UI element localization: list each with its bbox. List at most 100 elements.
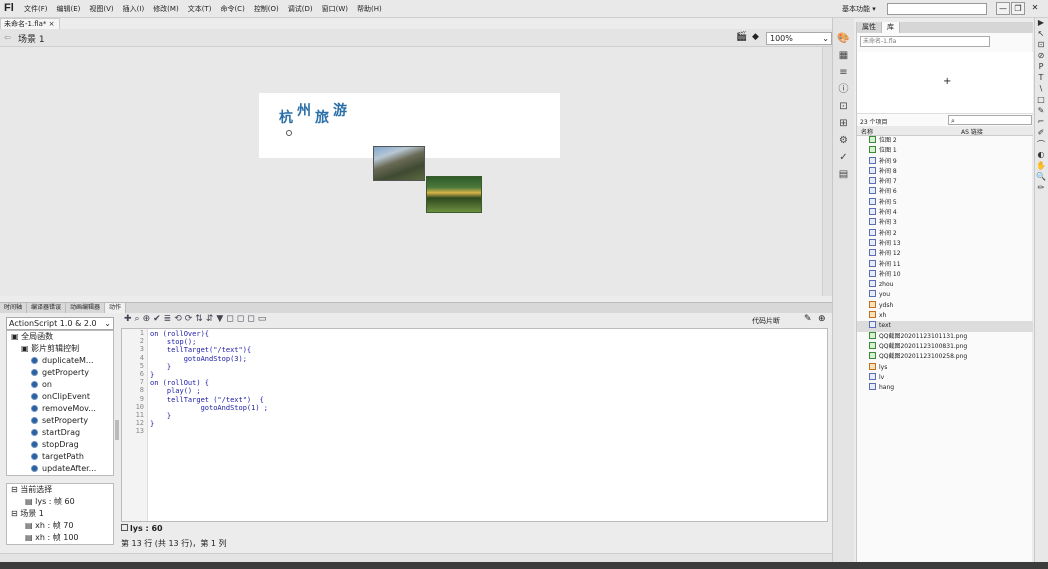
tool-icon[interactable]: ✏ [1035, 183, 1047, 194]
column-as-linkage[interactable]: AS 链接 [961, 127, 983, 136]
edit-symbol-icon[interactable]: ◆ [752, 32, 759, 42]
tool-icon[interactable]: 🔍 [1035, 172, 1047, 183]
tree-item[interactable]: duplicateM... [7, 355, 113, 367]
menu-item[interactable]: 视图(V) [89, 4, 113, 14]
tree-item[interactable]: ▣ 全局函数 [7, 331, 113, 343]
tree-item[interactable]: ▣ 影片剪辑控制 [7, 343, 113, 355]
tree-item[interactable]: targetPath [7, 451, 113, 463]
tab-library[interactable]: 库 [882, 22, 900, 33]
mountain-photo[interactable] [373, 146, 425, 181]
navigator-item[interactable]: ▤ xh : 帧 100 [7, 532, 113, 544]
tool-icon[interactable]: T [1035, 73, 1047, 84]
code-line[interactable]: } [150, 412, 268, 420]
transform-icon[interactable]: ⊡ [833, 98, 854, 115]
library-item[interactable]: QQ截图20201123100258.png [857, 352, 1033, 362]
panel-tab[interactable]: 动画编辑器 [66, 303, 106, 313]
tree-item[interactable]: stopDrag [7, 439, 113, 451]
code-line[interactable]: gotoAndStop(1) ; [150, 404, 268, 412]
code-line[interactable]: } [150, 371, 268, 379]
tool-icon[interactable]: ⌒ [1035, 139, 1047, 150]
back-arrow-icon[interactable]: ⇦ [4, 33, 11, 42]
tool-icon[interactable]: ⊡ [1035, 40, 1047, 51]
close-button[interactable]: ✕ [1028, 2, 1042, 15]
library-item[interactable]: 补间 7 [857, 177, 1033, 187]
library-item[interactable]: xh [857, 311, 1033, 321]
library-item[interactable]: lys [857, 362, 1033, 373]
tool-icon[interactable]: P [1035, 62, 1047, 73]
title-char[interactable]: 旅 [315, 107, 329, 127]
menu-item[interactable]: 命令(C) [220, 4, 244, 14]
tree-item[interactable]: setProperty [7, 415, 113, 427]
tool-icon[interactable]: ✋ [1035, 161, 1047, 172]
minimize-button[interactable]: — [996, 2, 1010, 15]
library-item[interactable]: you [857, 290, 1033, 300]
menu-item[interactable]: 修改(M) [153, 4, 179, 14]
pin-icon[interactable]: ✎ [804, 314, 812, 324]
tree-item[interactable]: removeMov... [7, 403, 113, 415]
navigator-item[interactable]: ▤ lys : 帧 60 [7, 496, 113, 508]
color-icon[interactable]: 🎨 [833, 30, 854, 47]
tool-icon[interactable]: \ [1035, 84, 1047, 95]
library-document-select[interactable]: 未命名-1.fla [860, 36, 990, 47]
library-item[interactable]: 补间 6 [857, 187, 1033, 197]
library-item[interactable]: 补间 11 [857, 259, 1033, 270]
tool-icon[interactable]: ◐ [1035, 150, 1047, 161]
library-item[interactable]: QQ截图20201123100831.png [857, 341, 1033, 352]
library-item[interactable]: QQ截图20201123101131.png [857, 331, 1033, 342]
library-item[interactable]: 位图 1 [857, 146, 1033, 156]
navigator-item[interactable]: ⊟ 场景 1 [7, 508, 113, 520]
menu-item[interactable]: 插入(I) [123, 4, 145, 14]
tree-item[interactable]: onClipEvent [7, 391, 113, 403]
workspace-selector[interactable]: 基本功能 ▾ [842, 4, 876, 14]
tree-item[interactable]: getProperty [7, 367, 113, 379]
menu-item[interactable]: 帮助(H) [357, 4, 382, 14]
code-line[interactable]: } [150, 420, 268, 428]
restore-button[interactable]: ❐ [1011, 2, 1025, 15]
library-item[interactable]: 补间 10 [857, 269, 1033, 280]
code-line[interactable]: on (rollOut) { [150, 379, 268, 387]
tool-icon[interactable]: ✎ [1035, 106, 1047, 117]
library-item[interactable]: 补间 8 [857, 166, 1033, 177]
panel-tab[interactable]: 编译器错误 [27, 303, 67, 313]
library-item[interactable]: 补间 12 [857, 249, 1033, 259]
code-line[interactable] [150, 428, 268, 436]
code-snippets-button[interactable]: 代码片断 [752, 316, 780, 326]
library-item[interactable]: 补间 3 [857, 218, 1033, 228]
code-line[interactable]: } [150, 363, 268, 371]
code-line[interactable]: gotoAndStop(3); [150, 355, 268, 363]
help-search-input[interactable] [887, 3, 987, 15]
code-line[interactable]: stop(); [150, 338, 268, 346]
components-icon[interactable]: ⊞ [833, 115, 854, 132]
navigator-item[interactable]: ⊟ 当前选择 [7, 484, 113, 496]
menu-item[interactable]: 窗口(W) [322, 4, 348, 14]
actions-toolbox-tree[interactable]: ▣ 全局函数 ▣ 影片剪辑控制 duplicateM... getProperty on… [6, 330, 114, 476]
library-item[interactable]: lv [857, 372, 1033, 383]
panel-tab[interactable]: 时间轴 [0, 303, 28, 313]
library-item[interactable]: ydsh [857, 300, 1033, 311]
actionscript-version-select[interactable]: ActionScript 1.0 & 2.0 ⌄ [6, 317, 114, 330]
tool-icon[interactable]: ▶ [1035, 18, 1047, 29]
menu-item[interactable]: 文本(T) [188, 4, 212, 14]
tree-item[interactable]: on [7, 379, 113, 391]
code-editor[interactable]: 1 2 3 4 5 6 7 8 9 10 11 12 13 on (rollOver){ stop();… [121, 328, 828, 522]
align-icon[interactable]: ≡ [833, 64, 854, 81]
library-item[interactable]: text [857, 321, 1033, 332]
movie-explorer-icon[interactable]: ▤ [833, 166, 854, 183]
library-item[interactable]: 补间 5 [857, 197, 1033, 208]
code-line[interactable]: play() ; [150, 387, 268, 395]
gate-photo[interactable] [426, 176, 482, 213]
scene-label[interactable]: 场景 1 [18, 32, 45, 45]
tool-icon[interactable]: □ [1035, 95, 1047, 106]
document-tab[interactable]: 未命名-1.fla* × [0, 18, 60, 29]
library-item[interactable]: 补间 9 [857, 156, 1033, 167]
script-navigator[interactable]: ⊟ 当前选择 ▤ lys : 帧 60 ⊟ 场景 1 ▤ xh : 帧 70 ▤ xh … [6, 483, 114, 545]
script-tab[interactable]: lys : 60 [121, 524, 163, 533]
code-line[interactable]: on (rollOver){ [150, 330, 268, 338]
tool-icon[interactable]: ↖ [1035, 29, 1047, 40]
swatches-icon[interactable]: ▦ [833, 47, 854, 64]
actions-toolbar-icons[interactable]: ✚⌕⊕✔≣⟲⟳⇅⇵▼◻◻◻▭ [124, 314, 269, 324]
title-char[interactable]: 游 [333, 100, 347, 120]
tool-icon[interactable]: ✐ [1035, 128, 1047, 139]
navigator-item[interactable]: ▤ xh : 帧 70 [7, 520, 113, 532]
library-item[interactable]: 补间 2 [857, 228, 1033, 239]
